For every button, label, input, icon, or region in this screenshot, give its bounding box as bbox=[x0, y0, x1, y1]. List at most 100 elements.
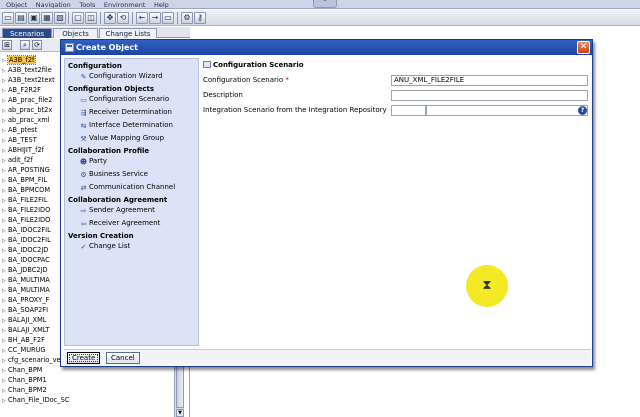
expand-arrow-icon[interactable]: ▷ bbox=[0, 187, 8, 196]
tree-item[interactable]: ▷ A3B_text2file bbox=[0, 66, 52, 75]
tree-item[interactable]: ▷ AR_POSTING bbox=[0, 166, 50, 175]
tree-item[interactable]: ▷ CC_MURUG bbox=[0, 346, 46, 355]
expand-arrow-icon[interactable]: ▷ bbox=[0, 157, 8, 166]
tree-item[interactable]: ▷ BA_FILE2IDO bbox=[0, 216, 50, 225]
tree-item[interactable]: ▷ AB_F2R2F bbox=[0, 86, 41, 95]
menu-object[interactable]: Object bbox=[6, 2, 27, 9]
nav-item-business-service[interactable]: ⚙ Business Service bbox=[79, 170, 148, 180]
scrollbar-thumb[interactable] bbox=[176, 360, 184, 408]
description-input[interactable] bbox=[391, 90, 588, 101]
expand-arrow-icon[interactable]: ▷ bbox=[0, 387, 8, 396]
print-icon[interactable]: ▦ bbox=[41, 12, 53, 24]
key-icon[interactable]: ⚷ bbox=[194, 12, 206, 24]
expand-arrow-icon[interactable]: ▷ bbox=[0, 257, 8, 266]
configuration-scenario-input[interactable]: ANU_XML_FILE2FILE bbox=[391, 75, 588, 86]
new-icon[interactable]: ▭ bbox=[2, 12, 14, 24]
tree-scrollbar[interactable]: ▼ bbox=[174, 360, 184, 417]
dialog-title-bar[interactable]: Create Object ✕ bbox=[61, 40, 592, 55]
expand-arrow-icon[interactable]: ▷ bbox=[0, 377, 8, 386]
tree-item[interactable]: ▷ BA_SOAP2FI bbox=[0, 306, 48, 315]
forward-arrow-icon[interactable]: → bbox=[149, 12, 161, 24]
tree-item[interactable]: ▷ AB_prac_file2 bbox=[0, 96, 52, 105]
tree-item[interactable]: ▷ BA_FILE2IDO bbox=[0, 206, 50, 215]
tree-item[interactable]: ▷ BA_FILE2FIL bbox=[0, 196, 48, 205]
tree-item[interactable]: ▷ BA_IDOC2FIL bbox=[0, 236, 51, 245]
expand-arrow-icon[interactable]: ▷ bbox=[0, 77, 8, 86]
nav-item-party[interactable]: ☻ Party bbox=[79, 157, 107, 167]
scroll-down-arrow-icon[interactable]: ▼ bbox=[176, 409, 184, 417]
expand-arrow-icon[interactable]: ▷ bbox=[0, 147, 8, 156]
back-arrow-icon[interactable]: ← bbox=[136, 12, 148, 24]
tree-item[interactable]: ▷ BALAJI_XMLT bbox=[0, 326, 50, 335]
help-icon[interactable]: ? bbox=[578, 106, 587, 115]
expand-arrow-icon[interactable]: ▷ bbox=[0, 307, 8, 316]
expand-arrow-icon[interactable]: ▷ bbox=[0, 397, 8, 406]
tree-item[interactable]: ▷ Chan_BPM1 bbox=[0, 376, 47, 385]
expand-arrow-icon[interactable]: ▷ bbox=[0, 297, 8, 306]
menu-tools[interactable]: Tools bbox=[79, 2, 95, 9]
nav-item-configuration-wizard[interactable]: ✎ Configuration Wizard bbox=[79, 72, 163, 82]
tree-item[interactable]: ▷ ab_prac_bt2x bbox=[0, 106, 52, 115]
tree-item[interactable]: ▷ BA_MULTIMA bbox=[0, 286, 50, 295]
edit-icon[interactable]: ◫ bbox=[85, 12, 97, 24]
history-icon[interactable]: ⟲ bbox=[117, 12, 129, 24]
menu-navigation[interactable]: Navigation bbox=[36, 2, 71, 9]
expand-arrow-icon[interactable]: ▷ bbox=[0, 217, 8, 226]
find-icon[interactable]: ⌕ bbox=[20, 40, 30, 50]
integration-scenario-namespace-input[interactable] bbox=[426, 105, 588, 116]
expand-arrow-icon[interactable]: ▷ bbox=[0, 87, 8, 96]
expand-arrow-icon[interactable]: ▷ bbox=[0, 207, 8, 216]
create-button[interactable]: Create bbox=[67, 352, 101, 364]
expand-arrow-icon[interactable]: ▷ bbox=[0, 337, 8, 346]
save-icon[interactable]: ▣ bbox=[28, 12, 40, 24]
expand-arrow-icon[interactable]: ▷ bbox=[0, 237, 8, 246]
expand-arrow-icon[interactable]: ▷ bbox=[0, 97, 8, 106]
test-icon[interactable]: ⚙ bbox=[181, 12, 193, 24]
tree-item[interactable]: ▷ BA_MULTIMA bbox=[0, 276, 50, 285]
nav-item-interface-determination[interactable]: ⇆ Interface Determination bbox=[79, 121, 173, 131]
tab-scenarios[interactable]: Scenarios bbox=[2, 28, 52, 38]
tree-item[interactable]: ▷ A3B_f2f bbox=[0, 55, 37, 66]
expand-arrow-icon[interactable]: ▷ bbox=[0, 137, 8, 146]
tree-item[interactable]: ▷ BA_BPM_FIL bbox=[0, 176, 47, 185]
expand-arrow-icon[interactable]: ▷ bbox=[0, 67, 8, 76]
tree-item[interactable]: ▷ Chan_BPM bbox=[0, 366, 43, 375]
tree-item[interactable]: ▷ BA_JDBC2JD bbox=[0, 266, 48, 275]
tree-item[interactable]: ▷ AB_TEST bbox=[0, 136, 37, 145]
tree-item[interactable]: ▷ BA_IDOC2JD bbox=[0, 246, 48, 255]
nav-item-change-list[interactable]: ✓ Change List bbox=[79, 242, 131, 252]
expand-arrow-icon[interactable]: ▷ bbox=[0, 167, 8, 176]
collapse-handle-icon[interactable]: ⌃ bbox=[313, 0, 337, 8]
window-icon[interactable]: ▭ bbox=[162, 12, 174, 24]
nav-item-configuration-scenario[interactable]: ▭ Configuration Scenario bbox=[79, 95, 169, 105]
expand-arrow-icon[interactable]: ▷ bbox=[0, 117, 8, 126]
tree-item[interactable]: ▷ ab_prac_xml bbox=[0, 116, 50, 125]
tab-change-lists[interactable]: Change Lists bbox=[99, 28, 157, 38]
tree-item[interactable]: ▷ BA_IDOC2FIL bbox=[0, 226, 51, 235]
cancel-button[interactable]: Cancel bbox=[106, 352, 140, 364]
tree-item[interactable]: ▷ BA_BPMCOM bbox=[0, 186, 50, 195]
nav-item-receiver-determination[interactable]: ⇶ Receiver Determination bbox=[79, 108, 172, 118]
tree-item[interactable]: ▷ BALAJI_XML bbox=[0, 316, 46, 325]
expand-arrow-icon[interactable]: ▷ bbox=[0, 367, 8, 376]
nav-item-sender-agreement[interactable]: ⇨ Sender Agreement bbox=[79, 206, 155, 216]
tree-item[interactable]: ▷ ABHIJIT_f2f bbox=[0, 146, 44, 155]
expand-arrow-icon[interactable]: ▷ bbox=[0, 277, 8, 286]
close-icon[interactable]: ✕ bbox=[577, 41, 590, 54]
tree-item[interactable]: ▷ A3B_text2text bbox=[0, 76, 55, 85]
tab-objects[interactable]: Objects bbox=[53, 28, 98, 38]
expand-arrow-icon[interactable]: ▷ bbox=[0, 177, 8, 186]
nav-item-receiver-agreement[interactable]: ⇦ Receiver Agreement bbox=[79, 219, 161, 229]
delete-icon[interactable]: ▧ bbox=[54, 12, 66, 24]
tree-item[interactable]: ▷ AB_ptest bbox=[0, 126, 37, 135]
expand-icon[interactable]: ⊞ bbox=[2, 40, 12, 50]
expand-arrow-icon[interactable]: ▷ bbox=[0, 317, 8, 326]
tree-item[interactable]: ▷ BA_IDOCPAC bbox=[0, 256, 50, 265]
expand-arrow-icon[interactable]: ▷ bbox=[0, 57, 8, 66]
menu-environment[interactable]: Environment bbox=[104, 2, 146, 9]
tree-item[interactable]: ▷ BA_PROXY_F bbox=[0, 296, 49, 305]
refresh-icon[interactable]: ⟳ bbox=[32, 40, 42, 50]
integration-scenario-input[interactable] bbox=[391, 105, 426, 116]
copy-icon[interactable]: ▤ bbox=[15, 12, 27, 24]
tree-item[interactable]: ▷ BH_AB_F2F bbox=[0, 336, 45, 345]
